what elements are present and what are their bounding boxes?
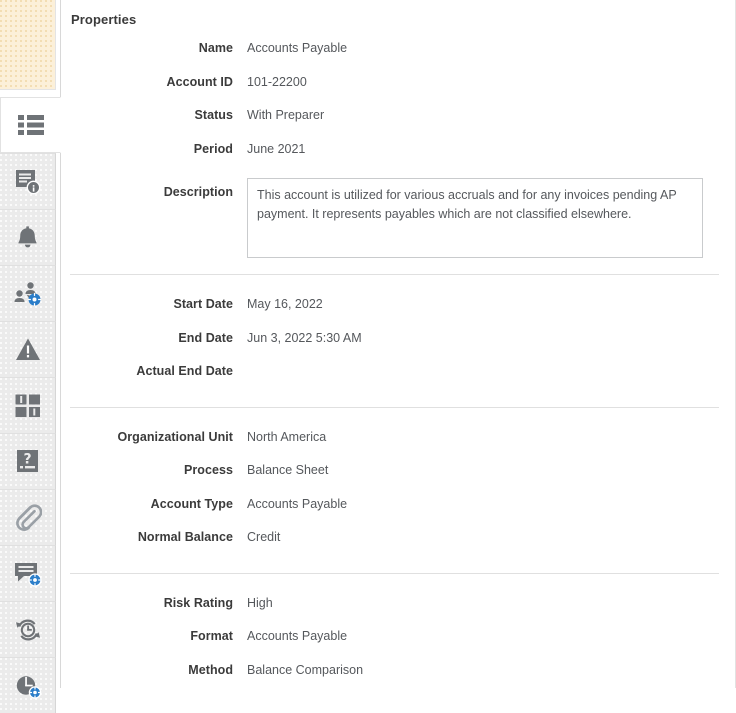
- field-row-account-type: Account Type Accounts Payable: [61, 490, 735, 524]
- bell-icon: [15, 225, 41, 251]
- field-value-start-date: May 16, 2022: [247, 297, 323, 311]
- field-label: Normal Balance: [137, 530, 233, 544]
- field-value-process: Balance Sheet: [247, 463, 329, 477]
- properties-content: Properties Name Accounts Payable Account…: [61, 0, 735, 688]
- list-icon: [17, 114, 44, 136]
- field-label: Method: [188, 662, 233, 677]
- field-row-actual-end-date: Actual End Date: [61, 357, 735, 391]
- field-label: Start Date: [173, 297, 233, 311]
- rail-tab-instructions[interactable]: [0, 153, 56, 209]
- properties-panel-window: ? Properties Name Accounts Payable Accou…: [0, 0, 736, 713]
- section-classification: Organizational Unit North America Proces…: [61, 423, 735, 557]
- rail-tab-questions[interactable]: ?: [0, 433, 56, 489]
- rail-tab-workflow[interactable]: [0, 657, 56, 713]
- field-row-organizational-unit: Organizational Unit North America: [61, 423, 735, 457]
- svg-text:?: ?: [23, 452, 31, 468]
- field-label: Name: [198, 41, 233, 55]
- field-label: Actual End Date: [136, 364, 233, 378]
- properties-form: Name Accounts Payable Account ID 101-222…: [61, 34, 735, 688]
- field-row-name: Name Accounts Payable: [61, 34, 735, 68]
- rail-tab-list: ?: [0, 97, 61, 713]
- field-label: Risk Rating: [163, 595, 233, 610]
- user-reassign-icon: [14, 281, 42, 307]
- field-label: End Date: [178, 330, 233, 345]
- field-row-description: Description This account is utilized for…: [61, 178, 735, 258]
- field-row-normal-balance: Normal Balance Credit: [61, 523, 735, 557]
- paperclip-icon: [14, 503, 42, 532]
- field-row-account-id: Account ID 101-22200: [61, 68, 735, 102]
- field-value-period: June 2021: [247, 141, 306, 156]
- field-row-start-date: Start Date May 16, 2022: [61, 290, 735, 324]
- rail-tab-comments[interactable]: [0, 545, 56, 601]
- field-value-account-id: 101-22200: [247, 74, 307, 89]
- field-row-format: Format Accounts Payable: [61, 622, 735, 656]
- field-value-method: Balance Comparison: [247, 662, 364, 677]
- field-value-status: With Preparer: [247, 108, 325, 122]
- field-value-risk-rating: High: [247, 595, 273, 610]
- field-value-format: Accounts Payable: [247, 629, 348, 643]
- attributes-grid-icon: [15, 394, 41, 418]
- rail-tab-history[interactable]: [0, 601, 56, 657]
- field-label: Account ID: [166, 74, 233, 89]
- history-clock-icon: [14, 617, 42, 643]
- field-value-organizational-unit: North America: [247, 429, 327, 444]
- field-row-risk-rating: Risk Rating High: [61, 589, 735, 623]
- field-row-process: Process Balance Sheet: [61, 456, 735, 490]
- field-row-status: Status With Preparer: [61, 101, 735, 135]
- rail-tab-alerts[interactable]: [0, 209, 56, 265]
- field-row-method: Method Balance Comparison: [61, 656, 735, 689]
- field-label: Format: [190, 629, 233, 643]
- rail-tab-attachments[interactable]: [0, 489, 56, 545]
- field-label: Description: [163, 185, 233, 199]
- rail-tab-attributes[interactable]: [0, 377, 56, 433]
- field-value-name: Accounts Payable: [247, 41, 348, 55]
- warning-triangle-icon: [15, 337, 41, 362]
- field-label: Organizational Unit: [117, 429, 233, 444]
- field-row-end-date: End Date Jun 3, 2022 5:30 AM: [61, 324, 735, 358]
- left-icon-rail: ?: [0, 0, 61, 713]
- section-identity: Name Accounts Payable Account ID 101-222…: [61, 34, 735, 168]
- pie-clock-icon: [14, 673, 42, 699]
- rail-tab-reassign[interactable]: [0, 265, 56, 321]
- field-value-end-date: Jun 3, 2022 5:30 AM: [247, 330, 362, 345]
- rail-tab-properties[interactable]: [0, 97, 61, 153]
- field-row-period: Period June 2021: [61, 135, 735, 169]
- field-value-normal-balance: Credit: [247, 530, 281, 544]
- field-label: Account Type: [150, 496, 233, 511]
- field-label: Period: [193, 141, 233, 156]
- document-info-icon: [15, 169, 41, 195]
- field-label: Process: [184, 463, 233, 477]
- question-document-icon: ?: [16, 449, 40, 474]
- field-label: Status: [194, 108, 233, 122]
- description-textarea[interactable]: This account is utilized for various acc…: [247, 178, 703, 258]
- field-value-account-type: Accounts Payable: [247, 496, 348, 511]
- section-risk: Risk Rating High Format Accounts Payable…: [61, 589, 735, 689]
- page-title: Properties: [71, 12, 137, 27]
- section-dates: Start Date May 16, 2022 End Date Jun 3, …: [61, 290, 735, 391]
- rail-top-accent-block: [0, 0, 56, 90]
- rail-tab-warnings[interactable]: [0, 321, 56, 377]
- comment-add-icon: [14, 561, 42, 587]
